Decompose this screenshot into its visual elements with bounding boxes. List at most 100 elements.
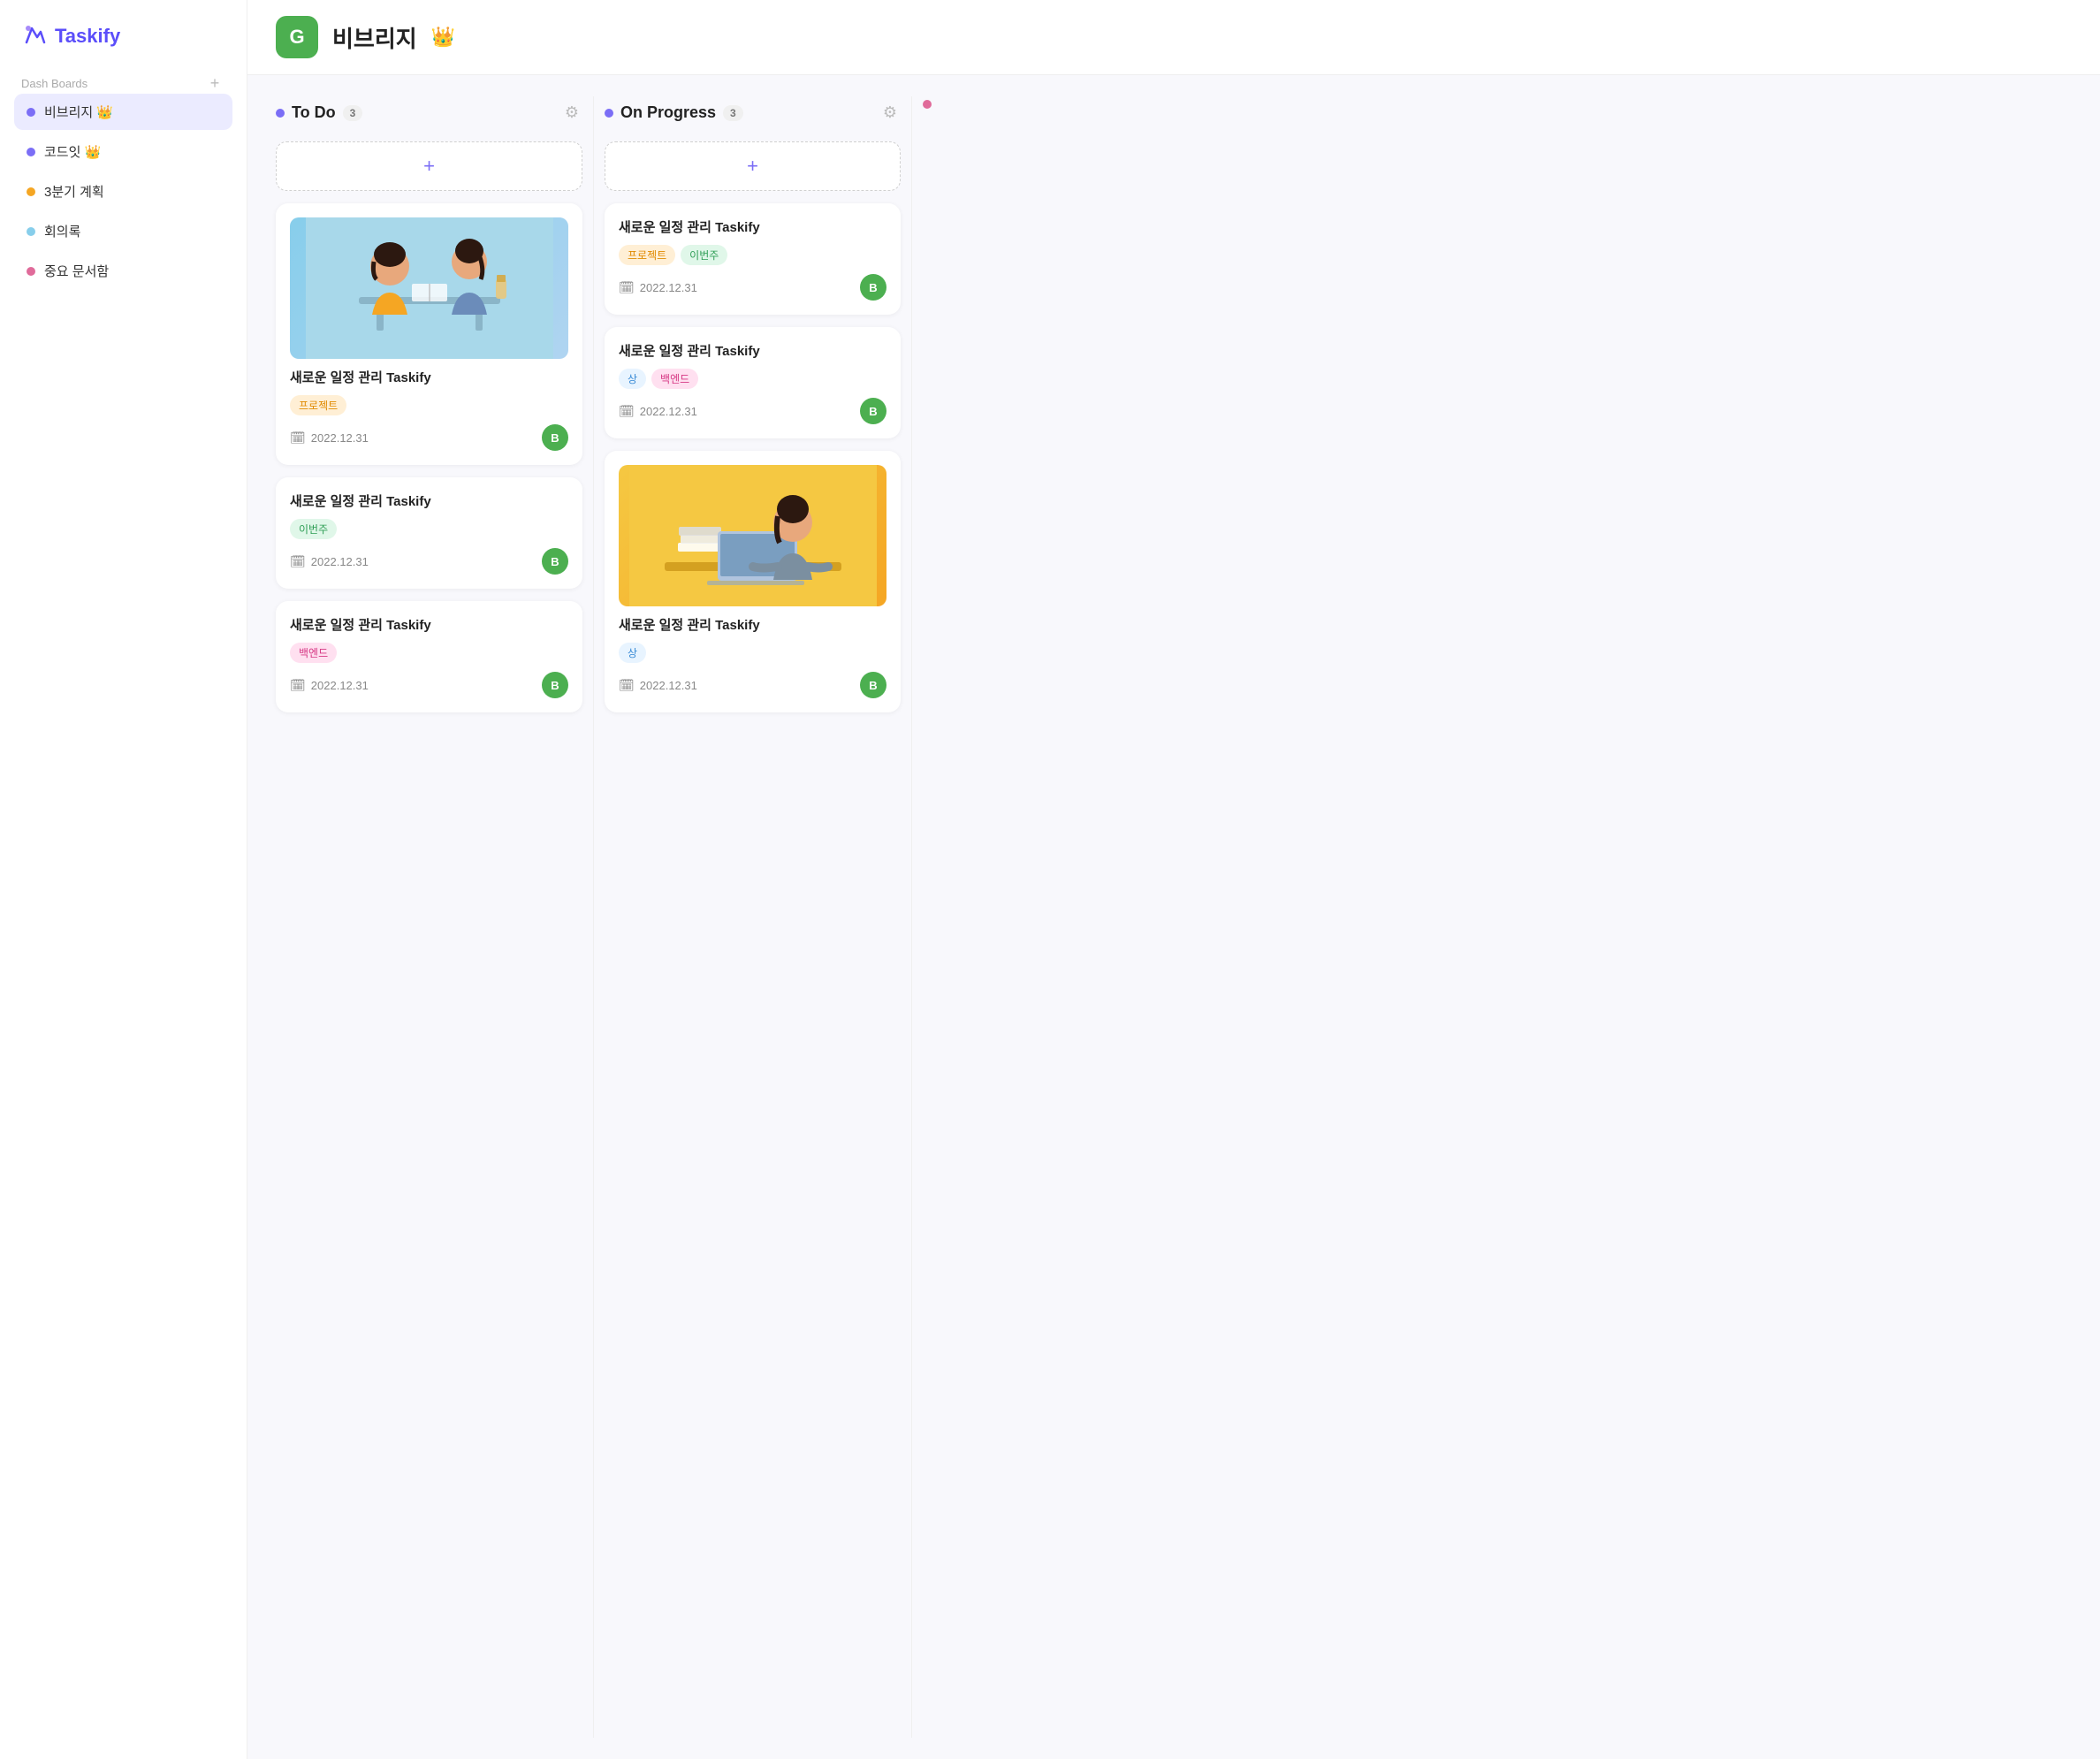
calendar-icon-3: 🗓 bbox=[290, 678, 306, 693]
task-card-1[interactable]: 새로운 일정 관리 Taskify 프로젝트 🗓 2022.12.31 B bbox=[276, 203, 582, 465]
sidebar-item-codeit[interactable]: 코드잇 👑 bbox=[14, 133, 232, 170]
sidebar-label-codeit: 코드잇 👑 bbox=[44, 142, 220, 161]
sidebar-label-important: 중요 문서함 bbox=[44, 262, 220, 280]
card-title-1: 새로운 일정 관리 Taskify bbox=[290, 368, 568, 386]
add-card-onprogress[interactable]: + bbox=[605, 141, 901, 191]
column-header-onprogress: On Progress 3 ⚙ bbox=[605, 96, 901, 129]
date-text-6: 2022.12.31 bbox=[640, 679, 697, 692]
calendar-icon-6: 🗓 bbox=[619, 678, 635, 693]
task-card-4[interactable]: 새로운 일정 관리 Taskify 프로젝트 이번주 🗓 2022.12.31 … bbox=[605, 203, 901, 315]
date-text-2: 2022.12.31 bbox=[311, 555, 369, 568]
board-title: 비브리지 bbox=[332, 21, 417, 54]
card-footer-5: 🗓 2022.12.31 B bbox=[619, 398, 886, 424]
sidebar-item-important[interactable]: 중요 문서함 bbox=[14, 253, 232, 289]
card-tag-high-6: 상 bbox=[619, 643, 646, 663]
task-card-3[interactable]: 새로운 일정 관리 Taskify 백엔드 🗓 2022.12.31 B bbox=[276, 601, 582, 712]
column-title-todo: To Do bbox=[292, 103, 336, 122]
avatar-5: B bbox=[860, 398, 886, 424]
sidebar-section-label: Dash Boards bbox=[21, 77, 88, 90]
sidebar: Taskify Dash Boards + 비브리지 👑 코드잇 👑 3분기 계… bbox=[0, 0, 247, 1759]
card-tags-5: 상 백엔드 bbox=[619, 369, 886, 389]
sidebar-label-meeting: 회의록 bbox=[44, 222, 220, 240]
calendar-icon-1: 🗓 bbox=[290, 430, 306, 445]
card-date-3: 🗓 2022.12.31 bbox=[290, 678, 369, 693]
date-text-1: 2022.12.31 bbox=[311, 431, 369, 445]
column-header-done bbox=[923, 96, 1220, 112]
card-tags-4: 프로젝트 이번주 bbox=[619, 245, 886, 265]
nav-items: 비브리지 👑 코드잇 👑 3분기 계획 회의록 중요 문서함 bbox=[14, 94, 232, 289]
avatar-1: B bbox=[542, 424, 568, 451]
task-card-5[interactable]: 새로운 일정 관리 Taskify 상 백엔드 🗓 2022.12.31 B bbox=[605, 327, 901, 438]
nav-dot-q3plan bbox=[27, 187, 35, 196]
sidebar-label-vibrizi: 비브리지 👑 bbox=[44, 103, 220, 121]
column-settings-onprogress[interactable]: ⚙ bbox=[879, 100, 901, 126]
card-date-4: 🗓 2022.12.31 bbox=[619, 280, 697, 295]
card-tags-6: 상 bbox=[619, 643, 886, 663]
sidebar-item-vibrizi[interactable]: 비브리지 👑 bbox=[14, 94, 232, 130]
card-tags-2: 이번주 bbox=[290, 519, 568, 539]
app-name: Taskify bbox=[55, 25, 120, 48]
avatar-6: B bbox=[860, 672, 886, 698]
calendar-icon-4: 🗓 bbox=[619, 280, 635, 295]
column-header-todo: To Do 3 ⚙ bbox=[276, 96, 582, 129]
sidebar-section: Dash Boards + 비브리지 👑 코드잇 👑 3분기 계획 회의록 bbox=[14, 72, 232, 289]
card-title-5: 새로운 일정 관리 Taskify bbox=[619, 341, 886, 360]
column-dot-done bbox=[923, 100, 932, 109]
sidebar-label-q3plan: 3분기 계획 bbox=[44, 182, 220, 201]
date-text-4: 2022.12.31 bbox=[640, 281, 697, 294]
main-header: G 비브리지 👑 bbox=[247, 0, 2100, 75]
column-title-onprogress: On Progress bbox=[620, 103, 716, 122]
plus-icon-onprogress: + bbox=[747, 155, 758, 178]
date-text-3: 2022.12.31 bbox=[311, 679, 369, 692]
card-tags-3: 백엔드 bbox=[290, 643, 568, 663]
card-tag-project-1: 프로젝트 bbox=[290, 395, 346, 415]
card-tag-backend-5: 백엔드 bbox=[651, 369, 698, 389]
column-dot-onprogress bbox=[605, 109, 613, 118]
task-card-6[interactable]: 새로운 일정 관리 Taskify 상 🗓 2022.12.31 B bbox=[605, 451, 901, 712]
column-count-onprogress: 3 bbox=[723, 105, 743, 121]
column-count-todo: 3 bbox=[343, 105, 363, 121]
card-date-2: 🗓 2022.12.31 bbox=[290, 554, 369, 569]
sidebar-item-q3plan[interactable]: 3분기 계획 bbox=[14, 173, 232, 209]
board-crown-icon: 👑 bbox=[431, 26, 455, 49]
card-title-2: 새로운 일정 관리 Taskify bbox=[290, 491, 568, 510]
card-footer-3: 🗓 2022.12.31 B bbox=[290, 672, 568, 698]
task-card-2[interactable]: 새로운 일정 관리 Taskify 이번주 🗓 2022.12.31 B bbox=[276, 477, 582, 589]
nav-dot-meeting bbox=[27, 227, 35, 236]
card-title-4: 새로운 일정 관리 Taskify bbox=[619, 217, 886, 236]
card-tag-thisweek-4: 이번주 bbox=[681, 245, 727, 265]
avatar-4: B bbox=[860, 274, 886, 301]
column-todo: To Do 3 ⚙ + bbox=[276, 96, 594, 1738]
logo-area: Taskify bbox=[14, 21, 232, 51]
card-tag-thisweek-2: 이번주 bbox=[290, 519, 337, 539]
card-image-1 bbox=[290, 217, 568, 359]
card-footer-6: 🗓 2022.12.31 B bbox=[619, 672, 886, 698]
column-settings-todo[interactable]: ⚙ bbox=[561, 100, 582, 126]
card-tag-high-5: 상 bbox=[619, 369, 646, 389]
avatar-2: B bbox=[542, 548, 568, 575]
card-footer-4: 🗓 2022.12.31 B bbox=[619, 274, 886, 301]
card-date-5: 🗓 2022.12.31 bbox=[619, 404, 697, 419]
plus-icon-todo: + bbox=[423, 155, 435, 178]
logo-icon bbox=[21, 21, 48, 51]
avatar-3: B bbox=[542, 672, 568, 698]
add-card-todo[interactable]: + bbox=[276, 141, 582, 191]
main-content: G 비브리지 👑 To Do 3 ⚙ + bbox=[247, 0, 2100, 1759]
card-date-6: 🗓 2022.12.31 bbox=[619, 678, 697, 693]
calendar-icon-2: 🗓 bbox=[290, 554, 306, 569]
card-date-1: 🗓 2022.12.31 bbox=[290, 430, 369, 445]
card-title-6: 새로운 일정 관리 Taskify bbox=[619, 615, 886, 634]
column-header-left-done bbox=[923, 100, 932, 109]
sidebar-item-meeting[interactable]: 회의록 bbox=[14, 213, 232, 249]
card-tags-1: 프로젝트 bbox=[290, 395, 568, 415]
column-header-left-onprogress: On Progress 3 bbox=[605, 103, 743, 122]
add-board-button[interactable]: + bbox=[204, 72, 225, 94]
card-tag-backend-3: 백엔드 bbox=[290, 643, 337, 663]
column-onprogress: On Progress 3 ⚙ + 새로운 일정 관리 Taskify 프로젝트… bbox=[594, 96, 912, 1738]
nav-dot-vibrizi bbox=[27, 108, 35, 117]
calendar-icon-5: 🗓 bbox=[619, 404, 635, 419]
card-image-6 bbox=[619, 465, 886, 606]
card-footer-1: 🗓 2022.12.31 B bbox=[290, 424, 568, 451]
card-tag-project-4: 프로젝트 bbox=[619, 245, 675, 265]
card-title-3: 새로운 일정 관리 Taskify bbox=[290, 615, 568, 634]
